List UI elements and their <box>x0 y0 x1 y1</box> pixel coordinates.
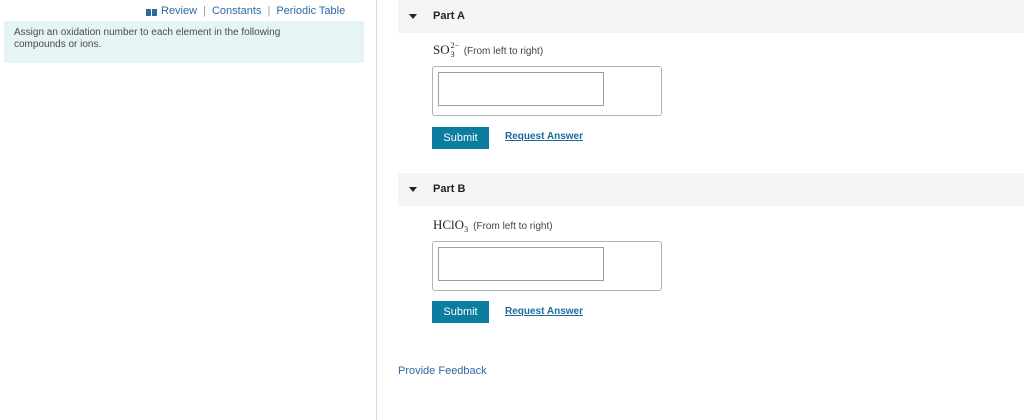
periodic-table-link[interactable]: Periodic Table <box>276 5 345 17</box>
part-b-header[interactable]: Part B <box>398 173 1024 206</box>
book-icon <box>146 7 157 16</box>
caret-down-icon[interactable] <box>409 14 417 19</box>
part-b-question: HClO3 (From left to right) <box>433 217 553 234</box>
part-b-answer-box <box>432 241 662 291</box>
part-a-formula: SO 2− 3 <box>433 41 460 60</box>
part-a-submit-button[interactable]: Submit <box>432 127 489 149</box>
part-b-submit-button[interactable]: Submit <box>432 301 489 323</box>
part-b-formula: HClO3 <box>433 217 469 234</box>
part-b-request-answer-link[interactable]: Request Answer <box>505 306 583 317</box>
part-a-question: SO 2− 3 (From left to right) <box>433 41 544 60</box>
part-a-header[interactable]: Part A <box>398 0 1024 33</box>
formula-base: HClO <box>433 217 465 232</box>
provide-feedback-link[interactable]: Provide Feedback <box>398 365 487 377</box>
formula-base: SO <box>433 42 450 57</box>
part-a-answer-box <box>432 66 662 116</box>
part-a-title: Part A <box>433 10 465 22</box>
link-separator: | <box>267 5 271 17</box>
part-b-answer-input[interactable] <box>438 247 604 281</box>
formula-charge: 2− <box>450 41 460 51</box>
part-a-hint: (From left to right) <box>463 46 544 57</box>
resource-links: Review | Constants | Periodic Table <box>146 5 345 17</box>
constants-link[interactable]: Constants <box>212 5 262 17</box>
part-b-hint: (From left to right) <box>473 221 553 232</box>
formula-subscript: 3 <box>450 50 455 60</box>
formula-subscript: 3 <box>464 225 469 234</box>
left-panel: Review | Constants | Periodic Table Assign a… <box>0 0 377 420</box>
link-separator: | <box>203 5 206 17</box>
caret-down-icon[interactable] <box>409 187 417 192</box>
formula-charge-subscript: 2− 3 <box>450 41 460 60</box>
review-link[interactable]: Review <box>161 5 197 17</box>
part-a-answer-input[interactable] <box>438 72 604 106</box>
part-a-request-answer-link[interactable]: Request Answer <box>505 131 583 142</box>
instructions-text: Assign an oxidation number to each eleme… <box>14 27 281 50</box>
part-b-title: Part B <box>433 183 466 195</box>
instructions-box: Assign an oxidation number to each eleme… <box>4 21 364 63</box>
